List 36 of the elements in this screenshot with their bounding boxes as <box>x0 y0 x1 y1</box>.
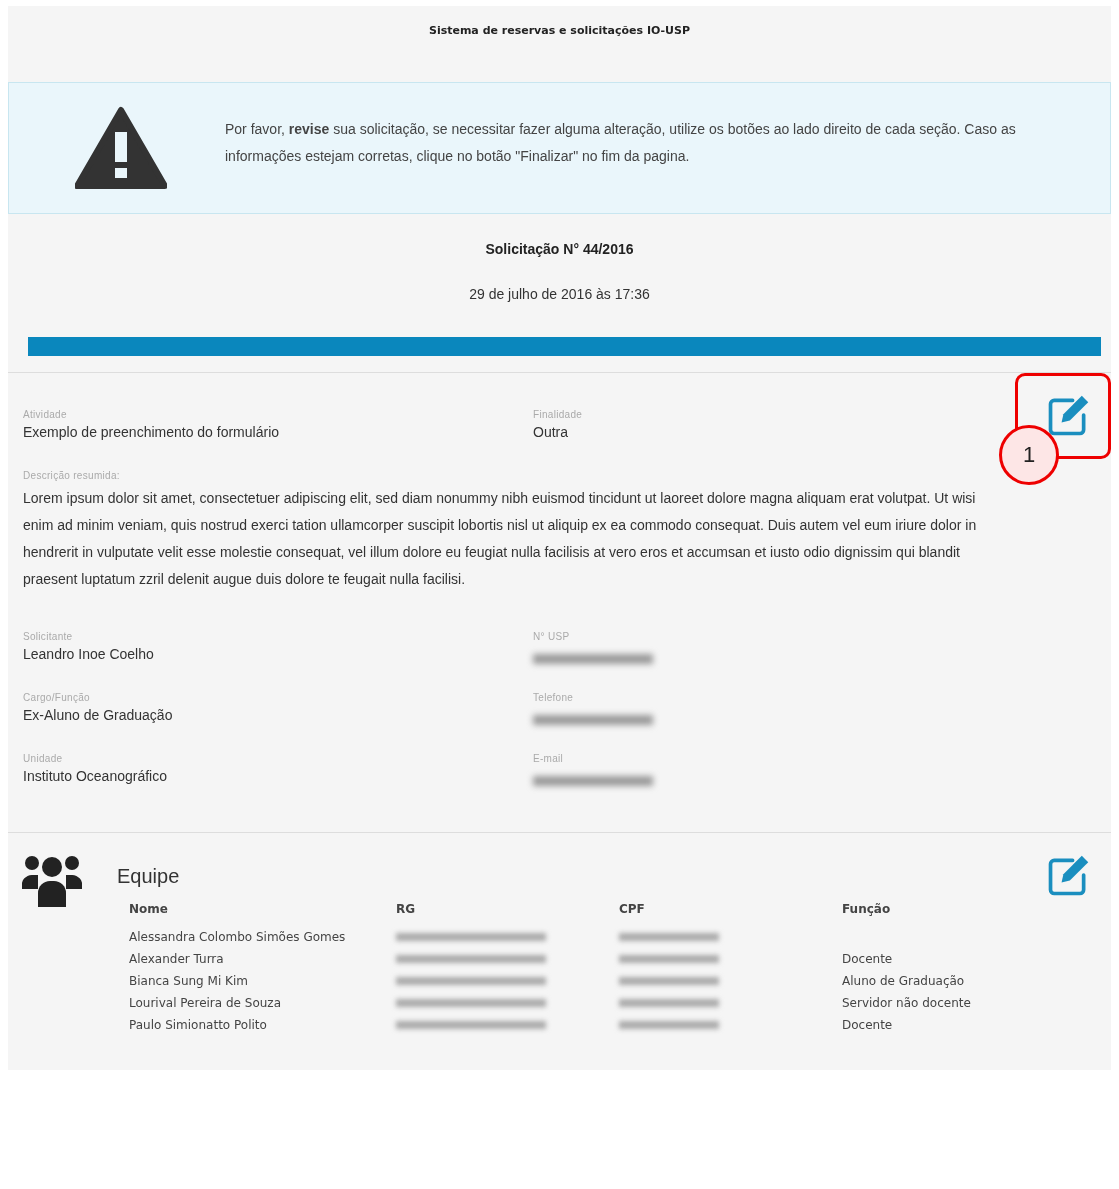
section-title: Equipe <box>117 865 180 888</box>
request-number: Solicitação N° 44/2016 <box>485 241 634 257</box>
field-label: Atividade <box>23 409 68 420</box>
table-cell: Aluno de Graduação <box>842 974 965 988</box>
table-cell-text: Alexander Turra <box>129 951 224 968</box>
annotation-marker: 1 <box>999 425 1059 485</box>
column-header: Nome <box>129 902 168 916</box>
field-value: Outra <box>533 424 569 440</box>
column-header: CPF <box>619 902 645 916</box>
field-label: Cargo/Função <box>23 692 91 703</box>
field-label: N° USP <box>533 631 571 642</box>
field-label: Descrição resumida: <box>23 470 121 481</box>
table-cell: Servidor não docente <box>842 996 971 1010</box>
table-cell-text: Lourival Pereira de Souza <box>129 995 281 1012</box>
column-header: Função <box>842 902 891 916</box>
request-date: 29 de julho de 2016 às 17:36 <box>469 286 650 302</box>
field-value: Exemplo de preenchimento do formulário <box>23 424 281 440</box>
field-label: Solicitante <box>23 631 74 642</box>
people-icon <box>22 853 82 909</box>
field-value: Instituto Oceanográfico <box>23 768 168 784</box>
table-cell: Docente <box>842 952 893 966</box>
table-cell: Docente <box>842 1018 893 1032</box>
field-value: Leandro Inoe Coelho <box>23 646 155 662</box>
description-text: Lorem ipsum dolor sit amet, consectetuer adipiscing elit, sed diam nonummy nibh euismod tincidunt ut laoreet dolore magna aliquam erat volutpat. Ut wisi enim ad minim veniam, quis nostrud exerci tation ullamcorper suscipit lobortis nisl ut aliquip ex ea commodo consequat. Duis autem vel eum iriure dolor in hendrerit in vulputate velit esse molestie consequat, vel illum dolore eu feugiat nulla facilisis at vero eros et accumsan et iusto odio dignissim qui blandit praesent luptatum zzril delenit augue duis dolore te feugait nulla facilisi. <box>23 489 978 589</box>
field-value: Ex-Aluno de Graduação <box>23 707 174 723</box>
field-label: E-mail <box>533 753 565 764</box>
review-notice: Por favor, revise sua solicitação, se necessitar fazer alguma alteração, utilize os botões ao lado direito de cada seção. Caso as informações estejam corretas, clique no botão "Finalizar" no fim da pagina. <box>225 120 1017 166</box>
table-cell-text: Alessandra Colombo Simões Gomes <box>129 929 346 946</box>
warning-icon <box>75 106 167 190</box>
table-cell-text: Bianca Sung Mi Kim <box>129 973 248 990</box>
column-header: RG <box>396 902 416 916</box>
page-title: Sistema de reservas e solicitações IO-USP <box>428 24 691 37</box>
field-label: Finalidade <box>533 409 584 420</box>
field-label: Telefone <box>533 692 575 703</box>
table-cell-text: Paulo Simionatto Polito <box>129 1017 267 1034</box>
field-label: Unidade <box>23 753 64 764</box>
